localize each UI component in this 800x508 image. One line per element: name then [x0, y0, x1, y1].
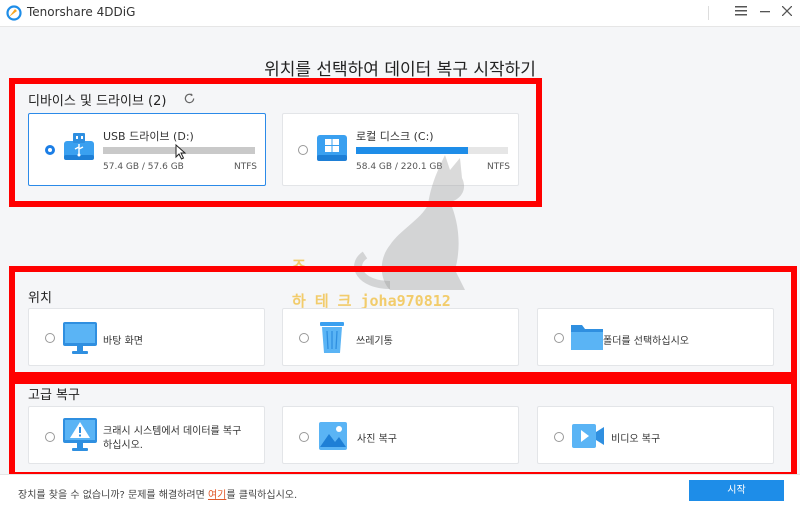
advanced-label-video: 비디오 복구 [611, 434, 661, 445]
footer-bar: 장치를 찾을 수 없습니까? 문제를 해결하려면 여기를 클릭하십시오. [0, 474, 800, 508]
advanced-card-video[interactable]: 비디오 복구 [537, 406, 774, 464]
drive-radio-local[interactable] [298, 145, 308, 155]
advanced-label-crash-system-line1: 크래시 시스템에서 데이터를 복구 [103, 426, 242, 437]
drive-fs-usb: NTFS [234, 162, 257, 172]
advanced-section-label: 고급 복구 [28, 388, 80, 403]
mouse-cursor-icon [175, 144, 187, 160]
drive-name-local: 로컬 디스크 (C:) [356, 130, 434, 143]
drive-name-usb: USB 드라이브 (D:) [103, 130, 194, 143]
location-label-desktop: 바탕 화면 [103, 336, 143, 347]
advanced-label-crash-system-line2: 하십시오. [103, 440, 143, 451]
advanced-radio-crash-system[interactable] [45, 432, 55, 442]
location-label-recycle-bin: 쓰레기통 [356, 336, 393, 347]
photo-icon [319, 422, 347, 450]
drive-size-local: 58.4 GB / 220.1 GB [356, 162, 443, 172]
location-card-desktop[interactable]: 바탕 화면 [28, 308, 265, 366]
drives-section-label: 디바이스 및 드라이브 (2) [28, 94, 167, 109]
drive-usage-bar-local [356, 147, 508, 154]
minimize-icon[interactable] [754, 3, 776, 23]
location-card-folder[interactable]: 폴더를 선택하십시오 [537, 308, 774, 366]
app-title: Tenorshare 4DDiG [27, 5, 136, 19]
folder-icon [571, 325, 603, 350]
title-bar: Tenorshare 4DDiG [0, 0, 800, 27]
crash-system-icon [63, 418, 97, 451]
advanced-card-photo[interactable]: 사진 복구 [282, 406, 519, 464]
location-card-recycle-bin[interactable]: 쓰레기통 [282, 308, 519, 366]
desktop-icon [63, 322, 97, 354]
drive-usage-fill-local [356, 147, 469, 154]
footer-text-after: 를 클릭하십시오. [226, 490, 298, 501]
hamburger-icon[interactable] [730, 3, 752, 23]
usb-drive-icon [64, 133, 94, 160]
video-icon [572, 424, 604, 448]
location-radio-desktop[interactable] [45, 333, 55, 343]
advanced-radio-video[interactable] [554, 432, 564, 442]
refresh-icon[interactable] [183, 92, 196, 105]
start-button[interactable]: 시작 [689, 480, 784, 501]
title-separator [708, 6, 709, 20]
watermark-line1: 조 [292, 257, 306, 275]
drive-fs-local: NTFS [487, 162, 510, 172]
location-section-label: 위치 [28, 291, 52, 306]
advanced-radio-photo[interactable] [299, 432, 309, 442]
location-radio-recycle-bin[interactable] [299, 333, 309, 343]
page-title: 위치를 선택하여 데이터 복구 시작하기 [264, 60, 536, 80]
location-radio-folder[interactable] [554, 333, 564, 343]
footer-help-text: 장치를 찾을 수 없습니까? 문제를 해결하려면 여기를 클릭하십시오. [18, 486, 297, 501]
drive-card-local[interactable]: 로컬 디스크 (C:) 58.4 GB / 220.1 GB NTFS [282, 113, 519, 186]
footer-help-link[interactable]: 여기 [208, 490, 226, 501]
close-icon[interactable] [776, 3, 798, 23]
location-label-folder: 폴더를 선택하십시오 [603, 336, 689, 347]
windows-disk-icon [317, 135, 347, 161]
advanced-card-crash-system[interactable]: 크래시 시스템에서 데이터를 복구 하십시오. [28, 406, 265, 464]
drive-size-usb: 57.4 GB / 57.6 GB [103, 162, 184, 172]
drive-card-usb[interactable]: USB 드라이브 (D:) 57.4 GB / 57.6 GB NTFS [28, 113, 266, 186]
drive-radio-usb[interactable] [45, 145, 55, 155]
advanced-label-photo: 사진 복구 [357, 434, 397, 445]
app-logo-icon [6, 5, 22, 21]
footer-text-before: 장치를 찾을 수 없습니까? 문제를 해결하려면 [18, 490, 208, 501]
recycle-bin-icon [320, 322, 344, 353]
